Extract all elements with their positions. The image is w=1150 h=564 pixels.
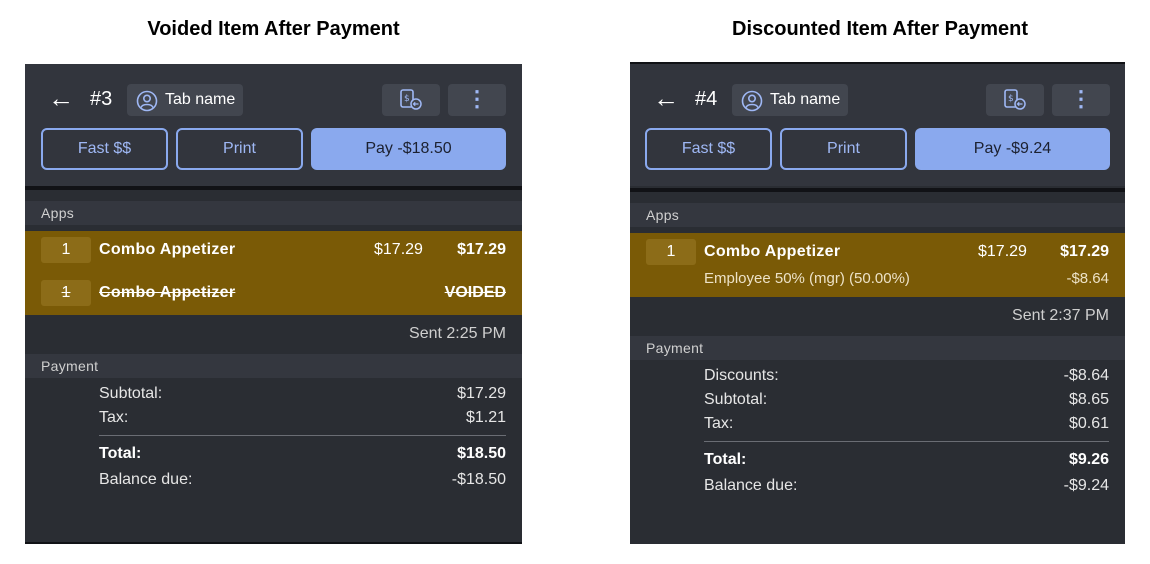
totals-divider bbox=[704, 441, 1109, 442]
right-order-panel: ← #4 Tab name $ ⋮ Fast $$ Print Pay -$9.… bbox=[630, 62, 1125, 544]
voided-item-quantity: 1 bbox=[41, 280, 91, 306]
balance-due-label: Balance due: bbox=[99, 471, 193, 488]
discount-label: Employee 50% (mgr) (50.00%) bbox=[704, 270, 910, 287]
sent-time: Sent 2:37 PM bbox=[1012, 307, 1109, 324]
tab-name-label: Tab name bbox=[770, 91, 841, 108]
print-button[interactable]: Print bbox=[780, 128, 907, 170]
more-vertical-icon: ⋮ bbox=[466, 86, 488, 111]
sent-time: Sent 2:25 PM bbox=[409, 325, 506, 342]
section-header-payment: Payment bbox=[630, 336, 1125, 360]
item-name: Combo Appetizer bbox=[704, 243, 841, 260]
item-total: $17.29 bbox=[1060, 243, 1109, 260]
balance-due-value: -$18.50 bbox=[451, 471, 506, 488]
totals-divider bbox=[99, 435, 506, 436]
item-unit-price: $17.29 bbox=[978, 243, 1027, 260]
discounts-label: Discounts: bbox=[704, 367, 779, 384]
back-arrow-icon[interactable]: ← bbox=[47, 82, 75, 116]
print-button[interactable]: Print bbox=[176, 128, 303, 170]
more-options-button[interactable]: ⋮ bbox=[1052, 84, 1110, 116]
fast-cash-button[interactable]: Fast $$ bbox=[645, 128, 772, 170]
order-header: ← #3 Tab name $ ⋮ Fast $$ Print Pay -$18… bbox=[25, 64, 522, 186]
right-caption: Discounted Item After Payment bbox=[732, 18, 1028, 40]
discount-value: -$8.64 bbox=[1066, 270, 1109, 287]
more-vertical-icon: ⋮ bbox=[1070, 86, 1092, 111]
left-caption: Voided Item After Payment bbox=[147, 18, 400, 40]
split-payment-button[interactable]: $ bbox=[382, 84, 440, 116]
subtotal-label: Subtotal: bbox=[704, 391, 768, 408]
user-icon bbox=[136, 90, 158, 112]
check-number: #3 bbox=[90, 88, 113, 110]
divider bbox=[630, 188, 1125, 192]
order-header: ← #4 Tab name $ ⋮ Fast $$ Print Pay -$9.… bbox=[630, 64, 1125, 186]
voided-status: VOIDED bbox=[444, 284, 506, 301]
total-label: Total: bbox=[704, 451, 747, 468]
order-item-row[interactable]: 1 Combo Appetizer $17.29 $17.29 1 Combo … bbox=[25, 231, 522, 315]
section-header-apps: Apps bbox=[630, 203, 1125, 227]
total-value: $18.50 bbox=[457, 445, 506, 462]
discounts-value: -$8.64 bbox=[1063, 367, 1109, 384]
bottom-edge bbox=[25, 542, 522, 544]
receipt-transfer-icon: $ bbox=[400, 89, 422, 110]
tax-value: $0.61 bbox=[1068, 415, 1109, 432]
section-header-payment: Payment bbox=[25, 354, 522, 378]
subtotal-label: Subtotal: bbox=[99, 385, 163, 402]
total-value: $9.26 bbox=[1068, 451, 1109, 468]
balance-due-label: Balance due: bbox=[704, 477, 798, 494]
pay-button[interactable]: Pay -$9.24 bbox=[915, 128, 1110, 170]
check-number: #4 bbox=[695, 88, 718, 110]
section-header-apps: Apps bbox=[25, 201, 522, 225]
svg-text:$: $ bbox=[1008, 94, 1014, 104]
pay-button[interactable]: Pay -$18.50 bbox=[311, 128, 506, 170]
tab-name-button[interactable]: Tab name bbox=[732, 84, 848, 116]
receipt-transfer-icon: $ bbox=[1004, 89, 1026, 110]
svg-text:$: $ bbox=[404, 94, 410, 104]
tax-label: Tax: bbox=[704, 415, 734, 432]
tab-name-button[interactable]: Tab name bbox=[127, 84, 243, 116]
subtotal-value: $17.29 bbox=[457, 385, 506, 402]
item-quantity: 1 bbox=[41, 237, 91, 263]
user-icon bbox=[741, 90, 763, 112]
back-arrow-icon[interactable]: ← bbox=[652, 82, 680, 116]
tax-label: Tax: bbox=[99, 409, 129, 426]
fast-cash-button[interactable]: Fast $$ bbox=[41, 128, 168, 170]
divider bbox=[25, 186, 522, 190]
tab-name-label: Tab name bbox=[165, 91, 236, 108]
item-total: $17.29 bbox=[457, 241, 506, 258]
item-name: Combo Appetizer bbox=[99, 241, 236, 258]
voided-item-name: Combo Appetizer bbox=[99, 284, 236, 301]
subtotal-value: $8.65 bbox=[1068, 391, 1109, 408]
total-label: Total: bbox=[99, 445, 142, 462]
balance-due-value: -$9.24 bbox=[1063, 477, 1109, 494]
left-order-panel: ← #3 Tab name $ ⋮ Fast $$ Print Pay -$18… bbox=[25, 64, 522, 544]
split-payment-button[interactable]: $ bbox=[986, 84, 1044, 116]
order-item-row[interactable]: 1 Combo Appetizer $17.29 $17.29 Employee… bbox=[630, 233, 1125, 297]
item-quantity: 1 bbox=[646, 239, 696, 265]
more-options-button[interactable]: ⋮ bbox=[448, 84, 506, 116]
tax-value: $1.21 bbox=[465, 409, 506, 426]
item-unit-price: $17.29 bbox=[374, 241, 423, 258]
